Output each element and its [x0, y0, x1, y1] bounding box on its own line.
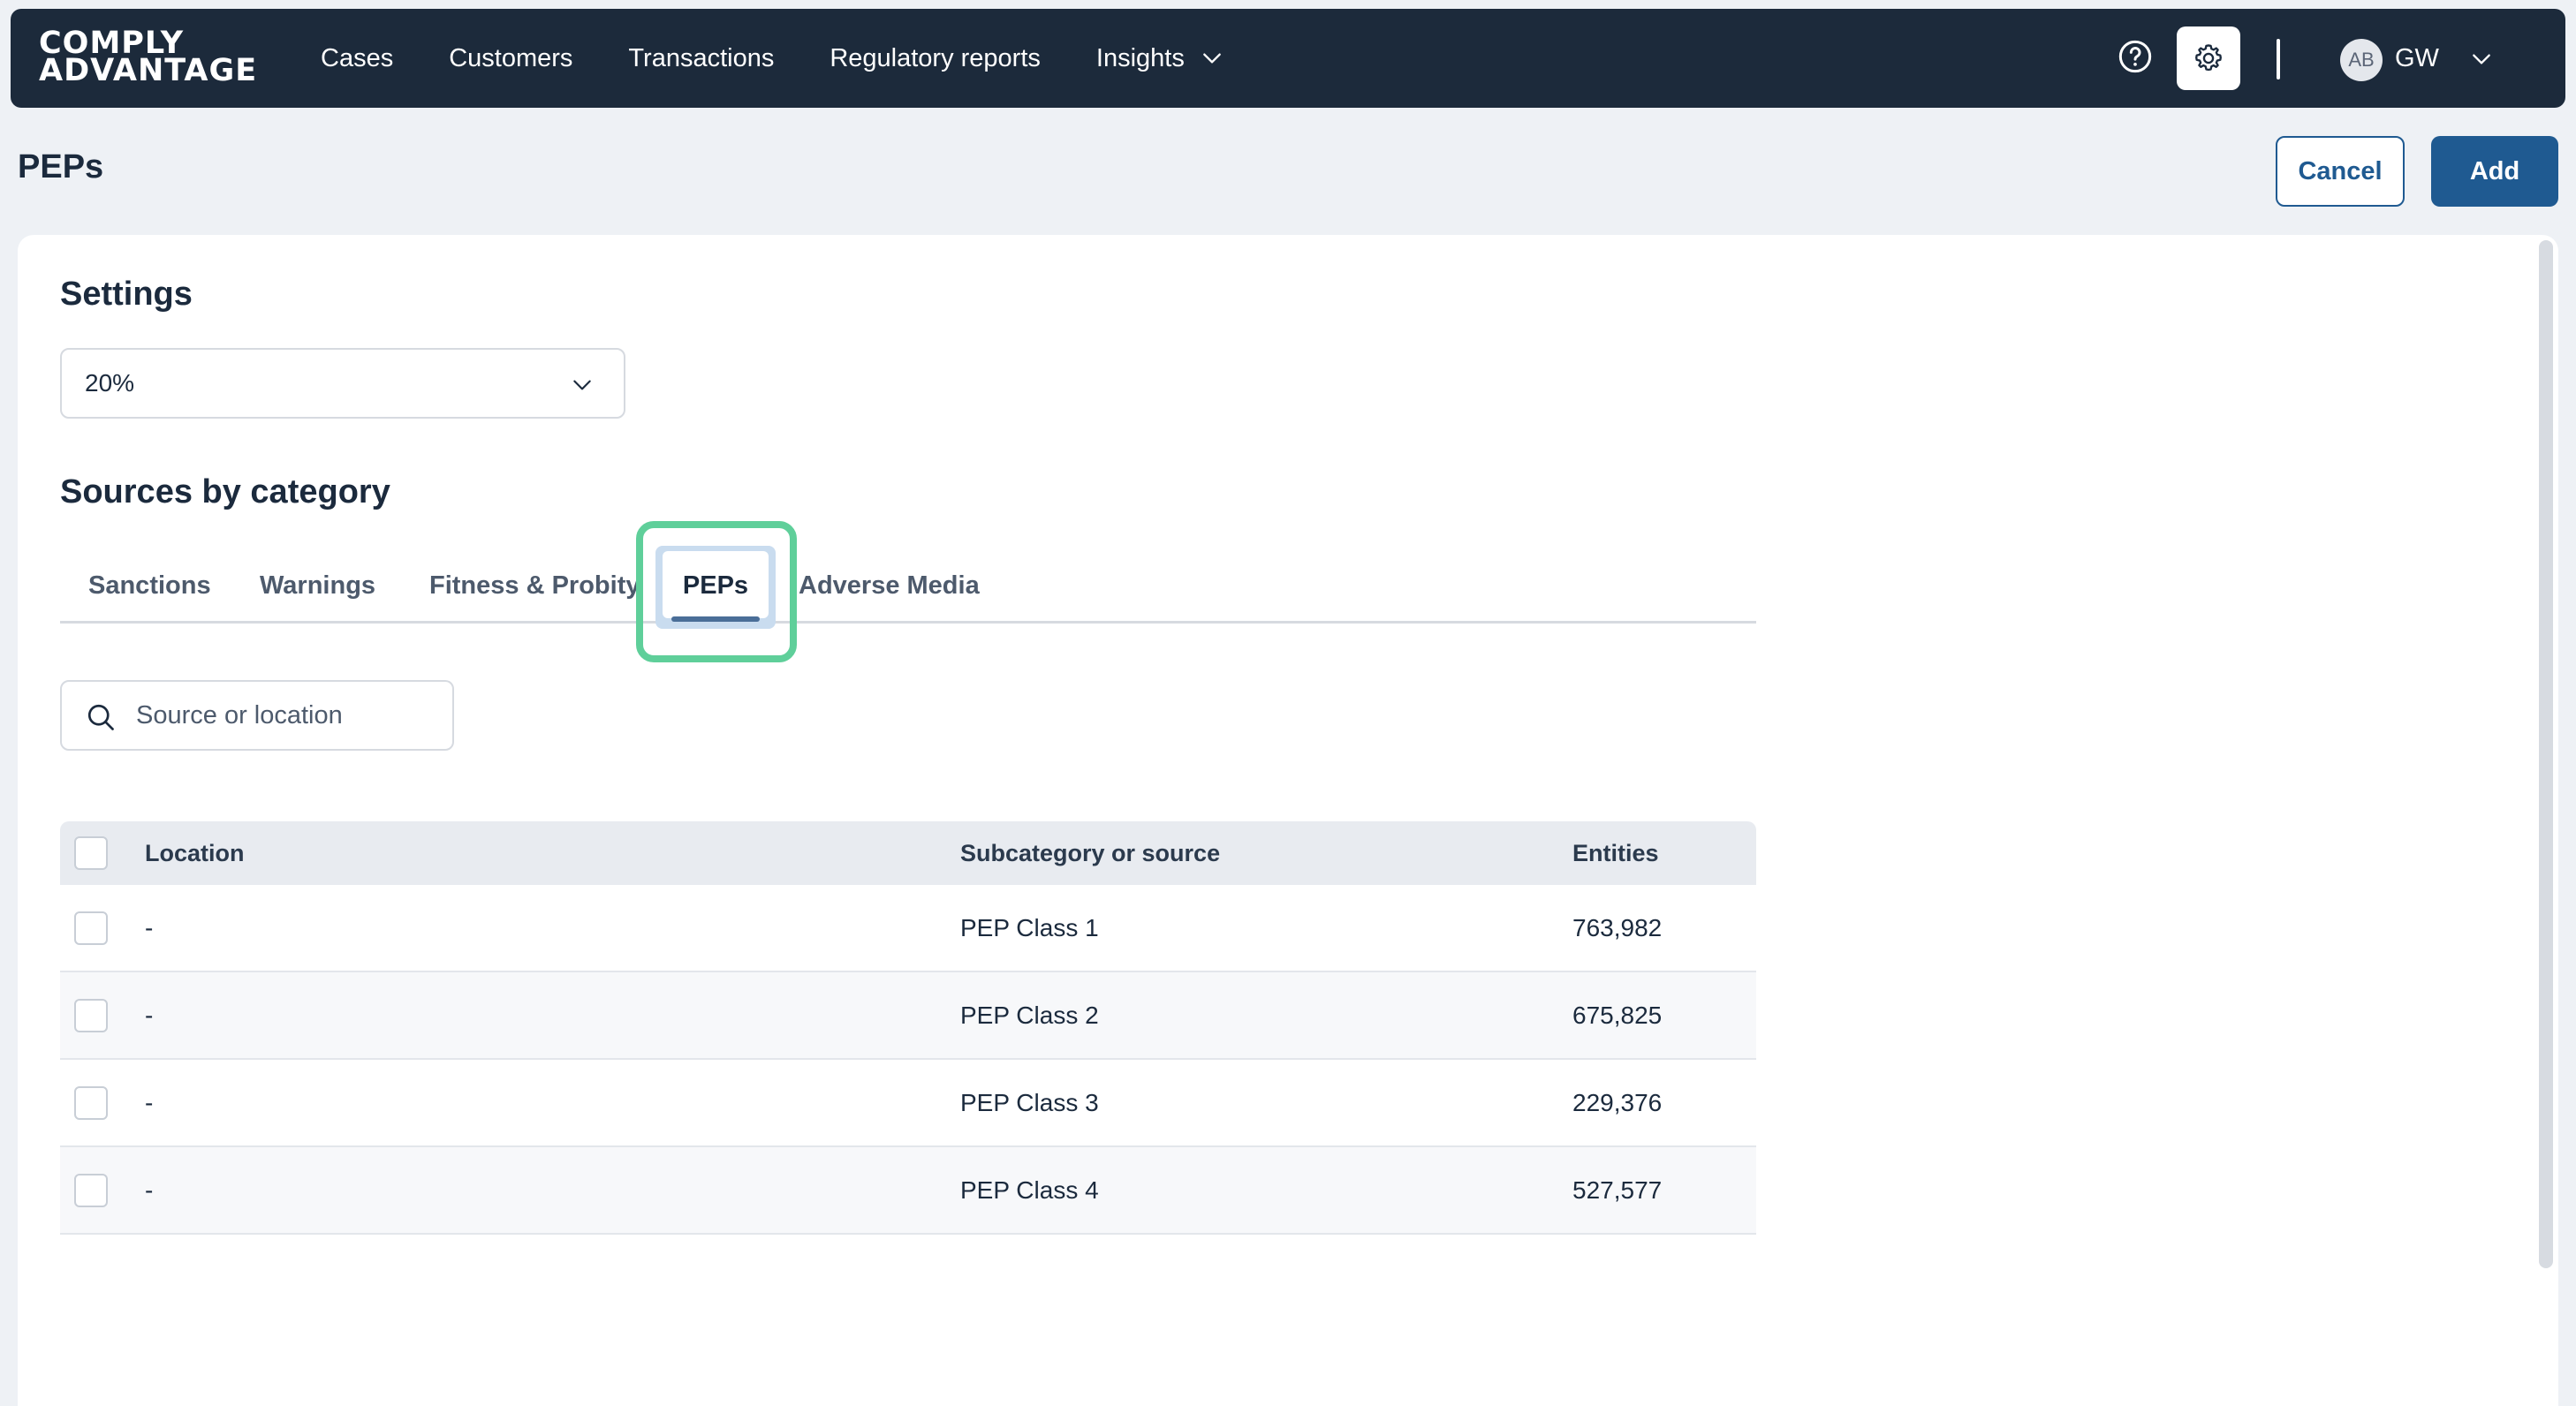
- header-location[interactable]: Location: [145, 821, 245, 885]
- row-checkbox[interactable]: [74, 1085, 108, 1120]
- tab-peps[interactable]: PEPs: [663, 556, 769, 615]
- category-tabs: Sanctions Warnings Fitness & Probity Adv…: [60, 556, 1756, 624]
- scrollbar[interactable]: [2539, 240, 2553, 1268]
- tab-fitness-probity[interactable]: Fitness & Probity: [429, 556, 640, 615]
- row-checkbox-cell: [74, 885, 108, 971]
- nav-link-transactions[interactable]: Transactions: [628, 44, 774, 73]
- tab-warnings[interactable]: Warnings: [260, 556, 375, 615]
- row-checkbox-cell: [74, 1147, 108, 1233]
- row-subcategory: PEP Class 1: [960, 913, 1099, 941]
- comply-advantage-logo[interactable]: COMPLY ADVANTAGE: [39, 28, 258, 88]
- threshold-value: 20%: [85, 369, 135, 397]
- nav-link-cases[interactable]: Cases: [321, 44, 393, 73]
- table-row[interactable]: - PEP Class 3 229,376: [60, 1060, 1756, 1147]
- row-entities: 763,982: [1572, 913, 1663, 941]
- header-checkbox-cell: [74, 821, 108, 885]
- select-all-checkbox[interactable]: [74, 836, 108, 870]
- header-entities[interactable]: Entities: [1572, 821, 1659, 885]
- row-checkbox[interactable]: [74, 1173, 108, 1207]
- nav-divider: [2277, 39, 2280, 79]
- logo-line-2: ADVANTAGE: [39, 53, 258, 88]
- row-location: -: [145, 913, 154, 941]
- source-search[interactable]: [60, 680, 454, 751]
- avatar[interactable]: AB: [2340, 39, 2383, 81]
- row-checkbox[interactable]: [74, 911, 108, 945]
- gear-icon: [2195, 44, 2222, 72]
- table-row[interactable]: - PEP Class 1 763,982: [60, 885, 1756, 972]
- row-entities: 229,376: [1572, 1088, 1663, 1116]
- nav-link-label: Insights: [1095, 43, 1185, 72]
- table-row[interactable]: - PEP Class 2 675,825: [60, 972, 1756, 1060]
- row-entities: 675,825: [1572, 1001, 1663, 1029]
- chevron-down-icon: [573, 380, 591, 390]
- search-input[interactable]: [136, 682, 436, 749]
- settings-title: Settings: [60, 276, 193, 313]
- chevron-down-icon[interactable]: [2470, 48, 2493, 71]
- nav-link-label: Cases: [321, 43, 394, 72]
- search-icon: [87, 704, 114, 730]
- row-location: -: [145, 1088, 154, 1116]
- header-subcategory[interactable]: Subcategory or source: [960, 821, 1220, 885]
- row-subcategory: PEP Class 3: [960, 1088, 1099, 1116]
- nav-link-insights[interactable]: Insights: [1096, 44, 1224, 73]
- user-initials[interactable]: GW: [2395, 9, 2439, 108]
- threshold-select[interactable]: 20%: [60, 348, 625, 419]
- nav-link-label: Transactions: [628, 43, 775, 72]
- table-header: Location Subcategory or source Entities: [60, 821, 1756, 885]
- row-subcategory: PEP Class 2: [960, 1001, 1099, 1029]
- table-row[interactable]: - PEP Class 4 527,577: [60, 1147, 1756, 1235]
- chevron-down-icon: [1203, 53, 1221, 64]
- nav-link-label: Regulatory reports: [830, 43, 1041, 72]
- sources-title: Sources by category: [60, 473, 390, 510]
- nav-links: Cases Customers Transactions Regulatory …: [321, 9, 1279, 108]
- nav-link-regulatory-reports[interactable]: Regulatory reports: [830, 44, 1041, 73]
- row-checkbox-cell: [74, 972, 108, 1058]
- page-title: PEPs: [18, 148, 104, 185]
- row-location: -: [145, 1001, 154, 1029]
- tab-adverse-media[interactable]: Adverse Media: [799, 556, 980, 615]
- sources-table: Location Subcategory or source Entities …: [60, 821, 1756, 1235]
- tab-sanctions[interactable]: Sanctions: [88, 556, 211, 615]
- row-entities: 527,577: [1572, 1175, 1663, 1204]
- row-location: -: [145, 1175, 154, 1204]
- nav-link-customers[interactable]: Customers: [449, 44, 572, 73]
- row-checkbox[interactable]: [74, 998, 108, 1032]
- settings-button[interactable]: [2177, 26, 2240, 90]
- add-button[interactable]: Add: [2431, 136, 2558, 207]
- cancel-button[interactable]: Cancel: [2276, 136, 2405, 207]
- help-circle-icon[interactable]: [2118, 39, 2153, 74]
- nav-link-label: Customers: [449, 43, 573, 72]
- row-subcategory: PEP Class 4: [960, 1175, 1099, 1204]
- row-checkbox-cell: [74, 1060, 108, 1145]
